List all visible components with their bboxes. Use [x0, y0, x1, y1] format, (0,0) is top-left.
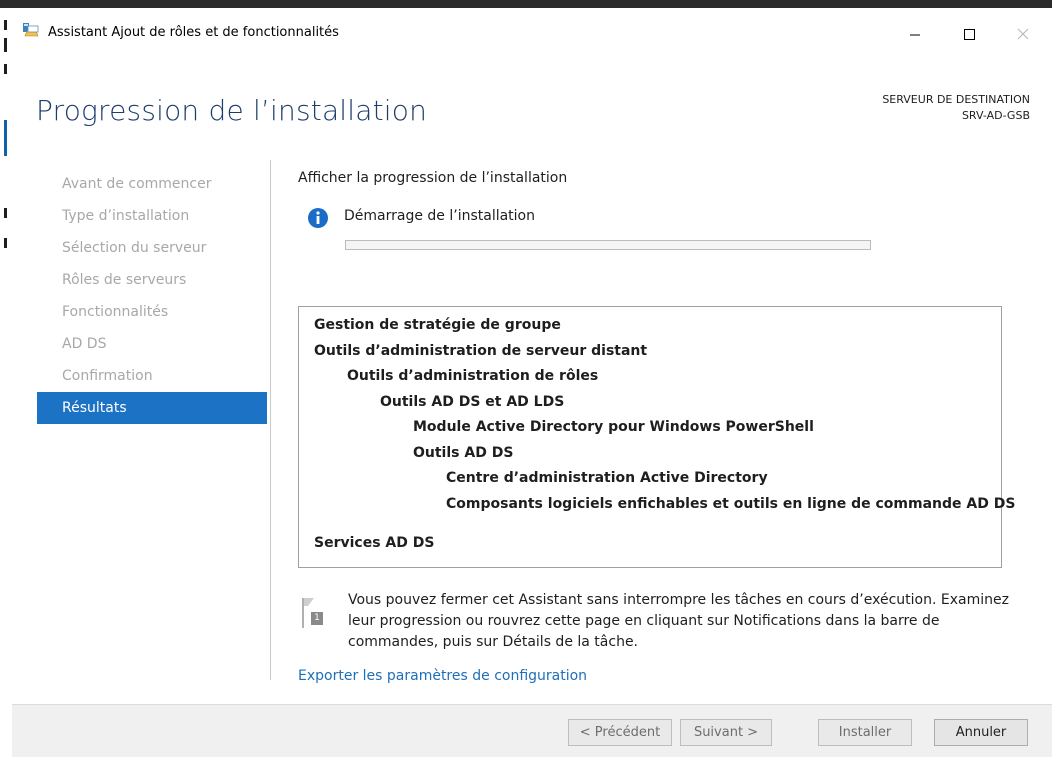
- close-button[interactable]: [1000, 8, 1046, 48]
- nav-item-confirmation[interactable]: Confirmation: [37, 360, 267, 392]
- section-subtitle: Afficher la progression de l’installatio…: [298, 170, 568, 186]
- export-settings-link[interactable]: Exporter les paramètres de configuration: [298, 668, 587, 684]
- close-icon: [1017, 28, 1029, 40]
- window-title: Assistant Ajout de rôles et de fonctionn…: [48, 25, 339, 40]
- nav-item-type-installation[interactable]: Type d’installation: [37, 200, 267, 232]
- feature-list-item: Outils d’administration de serveur dista…: [314, 342, 648, 359]
- wizard-footer: < Précédent Suivant > Installer Annuler: [12, 704, 1052, 757]
- wizard-app-icon: [22, 22, 40, 38]
- close-wizard-note: Vous pouvez fermer cet Assistant sans in…: [348, 592, 1009, 650]
- nav-item-avant-de-commencer[interactable]: Avant de commencer: [37, 168, 267, 200]
- feature-list-item: Module Active Directory pour Windows Pow…: [413, 419, 814, 435]
- previous-button[interactable]: < Précédent: [568, 719, 672, 746]
- minimize-button[interactable]: [892, 8, 938, 48]
- install-button[interactable]: Installer: [818, 719, 912, 746]
- feature-list-item: Composants logiciels enfichables et outi…: [446, 495, 1016, 512]
- nav-item-selection-serveur[interactable]: Sélection du serveur: [37, 232, 267, 264]
- nav-item-fonctionnalites[interactable]: Fonctionnalités: [37, 296, 267, 328]
- info-icon: [308, 208, 328, 228]
- feature-list-item: Outils AD DS: [413, 444, 514, 461]
- background-mark: [4, 20, 7, 30]
- feature-list-item: Outils AD DS et AD LDS: [380, 393, 565, 410]
- destination-server-info: SERVEUR DE DESTINATION SRV-AD-GSB: [882, 92, 1030, 124]
- feature-list-item: Services AD DS: [314, 535, 435, 551]
- title-bar[interactable]: Assistant Ajout de rôles et de fonctionn…: [12, 8, 1052, 52]
- feature-list-item: Outils d’administration de rôles: [347, 368, 599, 384]
- destination-server-name: SRV-AD-GSB: [961, 109, 1030, 122]
- destination-label: SERVEUR DE DESTINATION: [882, 93, 1030, 106]
- wizard-steps-nav: Avant de commencer Type d’installation S…: [37, 168, 267, 424]
- background-mark: [4, 64, 7, 74]
- notification-badge: 1: [314, 613, 320, 623]
- maximize-icon: [964, 29, 975, 40]
- cancel-button[interactable]: Annuler: [934, 719, 1028, 746]
- next-button[interactable]: Suivant >: [680, 719, 772, 746]
- nav-item-resultats[interactable]: Résultats: [37, 392, 267, 424]
- nav-divider: [270, 160, 271, 680]
- nav-item-ad-ds[interactable]: AD DS: [37, 328, 267, 360]
- background-mark: [4, 120, 7, 156]
- background-taskbar-strip: [0, 0, 1052, 8]
- background-mark: [4, 38, 7, 52]
- background-mark: [4, 208, 7, 218]
- minimize-icon: [910, 34, 920, 36]
- background-mark: [4, 238, 7, 248]
- feature-list-item: Gestion de stratégie de groupe: [314, 317, 561, 333]
- wizard-window: Assistant Ajout de rôles et de fonctionn…: [12, 8, 1052, 757]
- feature-list-item: Centre d’administration Active Directory: [446, 470, 768, 486]
- installation-status: Démarrage de l’installation: [344, 208, 535, 224]
- page-title: Progression de l’installation: [36, 94, 428, 127]
- installed-features-list: Gestion de stratégie de groupe Outils d’a…: [298, 306, 1015, 568]
- installation-progress-bar: [345, 240, 871, 250]
- nav-item-roles-serveurs[interactable]: Rôles de serveurs: [37, 264, 267, 296]
- notification-flag-icon: 1: [302, 596, 324, 630]
- maximize-button[interactable]: [946, 8, 992, 48]
